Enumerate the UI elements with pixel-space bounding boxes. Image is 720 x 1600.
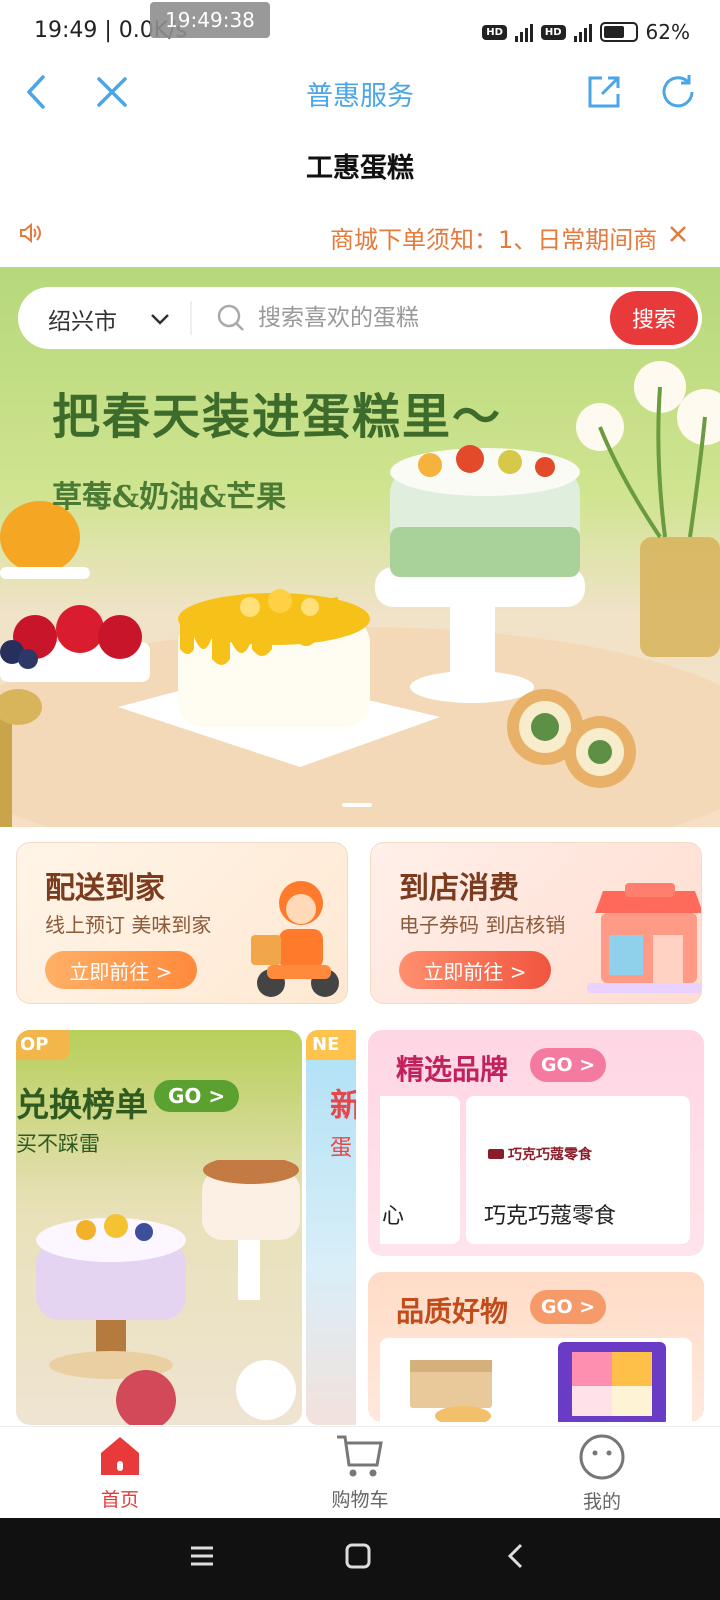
brand-logo: 巧克巧蔻零食 — [488, 1144, 592, 1164]
status-bar: 19:49 | 0.0K/s 19:49:38 HD HD 62% — [0, 0, 720, 62]
home-square-icon[interactable] — [344, 1542, 372, 1570]
new-title: 新 — [330, 1086, 356, 1124]
instore-go-button[interactable]: 立即前往 > — [399, 951, 551, 989]
system-back-icon[interactable] — [502, 1542, 530, 1570]
brand-card-partial[interactable]: 心 — [380, 1096, 460, 1244]
banner-subtitle: 草莓&奶油&芒果 — [52, 480, 287, 515]
brand-card[interactable]: 巧克巧蔻零食 巧克巧蔻零食 — [466, 1096, 690, 1244]
product-cake-image — [558, 1342, 666, 1422]
ranking-subtitle: 买不踩雷 — [16, 1132, 100, 1156]
brand-panel: 精选品牌 GO > 心 巧克巧蔻零食 巧克巧蔻零食 — [368, 1030, 704, 1256]
tab-profile[interactable]: 我的 — [532, 1433, 672, 1517]
share-icon[interactable] — [582, 70, 626, 114]
search-button[interactable]: 搜索 — [610, 291, 698, 345]
ranking-title: 兑换榜单 — [16, 1085, 148, 1124]
search-input[interactable] — [258, 295, 598, 341]
signal-icon-2 — [573, 22, 592, 42]
quality-panel-title: 品质好物 — [396, 1295, 509, 1328]
system-nav-bar — [0, 1518, 720, 1600]
storefront-illustration — [587, 883, 701, 993]
tab-cart[interactable]: 购物车 — [290, 1433, 430, 1517]
delivery-go-button[interactable]: 立即前往 > — [45, 951, 197, 989]
delivery-card[interactable]: 配送到家 线上预订 美味到家 立即前往 > — [16, 842, 348, 1004]
battery-icon — [599, 22, 638, 42]
chevron-down-icon[interactable] — [150, 313, 170, 325]
product-box-image — [410, 1360, 492, 1422]
notice-bar[interactable]: 商城下单须知：1、日常期间商 — [0, 210, 720, 258]
ranking-go-button[interactable]: GO > — [154, 1080, 240, 1112]
delivery-title: 配送到家 — [45, 871, 165, 906]
delivery-desc: 线上预订 美味到家 — [45, 913, 212, 937]
tab-cart-label: 购物车 — [331, 1489, 389, 1511]
brand-go-button[interactable]: GO > — [530, 1048, 606, 1082]
profile-face-icon — [579, 1434, 625, 1480]
hd-badge-2: HD — [540, 24, 566, 40]
quality-products[interactable] — [380, 1338, 692, 1422]
cart-icon — [337, 1435, 383, 1477]
hd-badge: HD — [482, 24, 507, 40]
city-selector[interactable]: 绍兴市 — [48, 302, 117, 336]
new-products-card[interactable]: NE 新 蛋 — [306, 1030, 356, 1425]
carousel-indicator — [342, 803, 372, 807]
instore-desc: 电子券码 到店核销 — [399, 913, 566, 937]
banner-slogan: 把春天装进蛋糕里～ — [52, 389, 503, 445]
cakes-illustration — [36, 1160, 300, 1425]
brand-carousel[interactable]: 心 巧克巧蔻零食 巧克巧蔻零食 — [380, 1096, 692, 1244]
brand-name: 巧克巧蔻零食 — [484, 1204, 617, 1229]
menu-icon[interactable] — [188, 1542, 216, 1570]
search-divider — [190, 301, 192, 335]
ranking-promo-card[interactable]: OP 兑换榜单 GO > 买不踩雷 — [16, 1030, 302, 1425]
brand-panel-title: 精选品牌 — [396, 1053, 509, 1086]
app-bar: 普惠服务 — [0, 62, 720, 122]
bottom-nav: 首页 购物车 我的 — [0, 1426, 720, 1518]
page-title: 工惠蛋糕 — [306, 153, 414, 184]
new-subtitle: 蛋 — [330, 1136, 353, 1161]
status-indicators: HD HD 62% — [482, 20, 690, 44]
signal-icon — [514, 22, 533, 42]
screen-record-timer: 19:49:38 — [150, 2, 270, 38]
instore-title: 到店消费 — [399, 871, 519, 906]
battery-level: 62% — [645, 20, 690, 44]
tab-home[interactable]: 首页 — [50, 1433, 190, 1517]
delivery-rider-illustration — [251, 881, 339, 997]
search-icon — [217, 304, 244, 331]
notice-text: 商城下单须知：1、日常期间商 — [330, 226, 658, 254]
notice-close-icon[interactable] — [668, 224, 688, 244]
quality-panel: 品质好物 GO > — [368, 1272, 704, 1422]
hero-banner[interactable]: 绍兴市 搜索 把春天装进蛋糕里～ 草莓&奶油&芒果 — [0, 267, 720, 827]
home-icon — [101, 1437, 139, 1475]
cake-scene-illustration — [0, 361, 720, 827]
promo-tag: OP — [16, 1030, 70, 1060]
instore-card[interactable]: 到店消费 电子券码 到店核销 立即前往 > — [370, 842, 702, 1004]
tab-home-label: 首页 — [100, 1489, 139, 1511]
refresh-icon[interactable] — [656, 70, 700, 114]
tab-profile-label: 我的 — [582, 1491, 621, 1513]
new-tag: NE — [306, 1030, 356, 1060]
search-bar: 绍兴市 搜索 — [18, 287, 702, 349]
brand-name: 心 — [382, 1204, 405, 1229]
quality-go-button[interactable]: GO > — [530, 1290, 606, 1324]
speaker-icon — [20, 222, 41, 244]
